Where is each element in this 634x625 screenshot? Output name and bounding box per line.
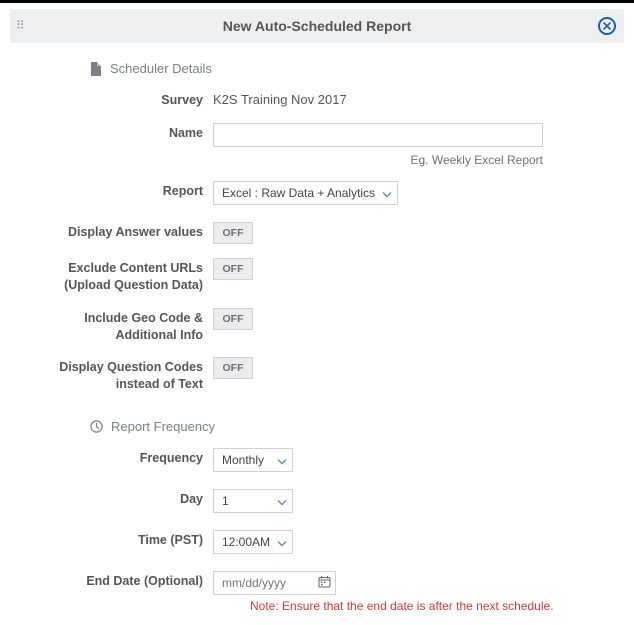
section-scheduler-details: Scheduler Details	[90, 61, 606, 76]
label-survey: Survey	[28, 90, 213, 109]
section-title: Report Frequency	[111, 419, 215, 434]
name-input[interactable]	[213, 123, 543, 147]
toggle-display-q-codes[interactable]: OFF	[213, 357, 253, 379]
toggle-exclude-content-urls[interactable]: OFF	[213, 258, 253, 280]
label-report: Report	[28, 181, 213, 200]
end-date-note: Note: Ensure that the end date is after …	[250, 599, 606, 613]
calendar-icon[interactable]	[318, 575, 331, 591]
time-select[interactable]: 12:00AM	[213, 530, 293, 554]
label-frequency: Frequency	[28, 448, 213, 467]
frequency-select[interactable]: Monthly	[213, 448, 293, 472]
close-button[interactable]	[598, 17, 616, 35]
close-icon	[603, 22, 611, 30]
clock-icon	[90, 420, 103, 433]
label-day: Day	[28, 489, 213, 508]
section-report-frequency: Report Frequency	[90, 419, 606, 434]
name-hint: Eg. Weekly Excel Report	[213, 153, 543, 167]
label-name: Name	[28, 123, 213, 142]
section-title: Scheduler Details	[110, 61, 212, 76]
label-display-q-codes: Display Question Codes instead of Text	[28, 357, 213, 393]
label-display-answer-values: Display Answer values	[28, 222, 213, 241]
dialog-title: New Auto-Scheduled Report	[10, 18, 624, 34]
report-select[interactable]: Excel : Raw Data + Analytics	[213, 181, 398, 205]
day-select[interactable]: 1	[213, 489, 293, 513]
toggle-display-answer-values[interactable]: OFF	[213, 222, 253, 244]
toggle-include-geo[interactable]: OFF	[213, 308, 253, 330]
label-end-date: End Date (Optional)	[28, 571, 213, 590]
label-exclude-content-urls: Exclude Content URLs (Upload Question Da…	[28, 258, 213, 294]
document-icon	[90, 62, 102, 76]
drag-handle-icon[interactable]: ⠿	[16, 24, 26, 29]
label-include-geo: Include Geo Code & Additional Info	[28, 308, 213, 344]
survey-value: K2S Training Nov 2017	[213, 90, 606, 107]
dialog-header: ⠿ New Auto-Scheduled Report	[10, 9, 624, 43]
